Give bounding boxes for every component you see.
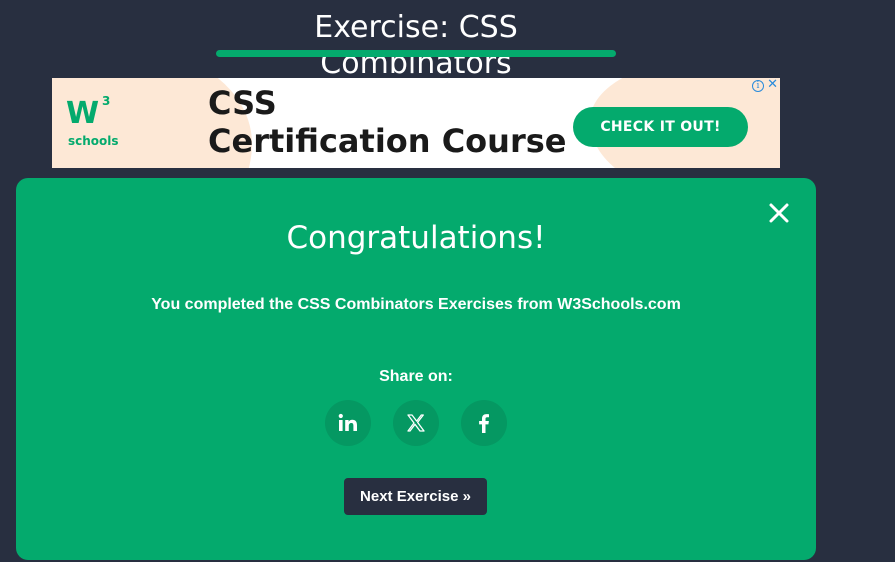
w3schools-logo: W 3 schools — [66, 94, 122, 154]
ad-headline-subtitle: Certification Course — [208, 122, 567, 160]
logo-text: schools — [68, 134, 119, 148]
x-icon — [407, 414, 425, 432]
ad-cta-button[interactable]: CHECK IT OUT! — [573, 107, 748, 147]
completion-message: You completed the CSS Combinators Exerci… — [151, 296, 681, 313]
advertisement-banner[interactable]: W 3 schools CSS Certification Course CHE… — [52, 78, 780, 168]
next-exercise-button[interactable]: Next Exercise » — [344, 478, 487, 515]
title-underline — [216, 50, 616, 57]
facebook-icon — [479, 414, 489, 433]
share-x-button[interactable] — [393, 400, 439, 446]
modal-heading: Congratulations! — [286, 220, 546, 256]
share-linkedin-button[interactable] — [325, 400, 371, 446]
page-title: Exercise: CSS Combinators — [314, 10, 518, 81]
ad-headline: CSS — [208, 84, 277, 122]
linkedin-icon — [338, 413, 357, 431]
congratulations-modal: Congratulations! You completed the CSS C… — [16, 178, 816, 560]
logo-mark: W — [66, 96, 100, 131]
ad-close-icon[interactable]: ✕ — [767, 78, 778, 92]
share-facebook-button[interactable] — [461, 400, 507, 446]
ad-info-icon[interactable]: i — [752, 80, 764, 92]
share-label: Share on: — [379, 368, 453, 385]
logo-superscript: 3 — [102, 94, 111, 108]
